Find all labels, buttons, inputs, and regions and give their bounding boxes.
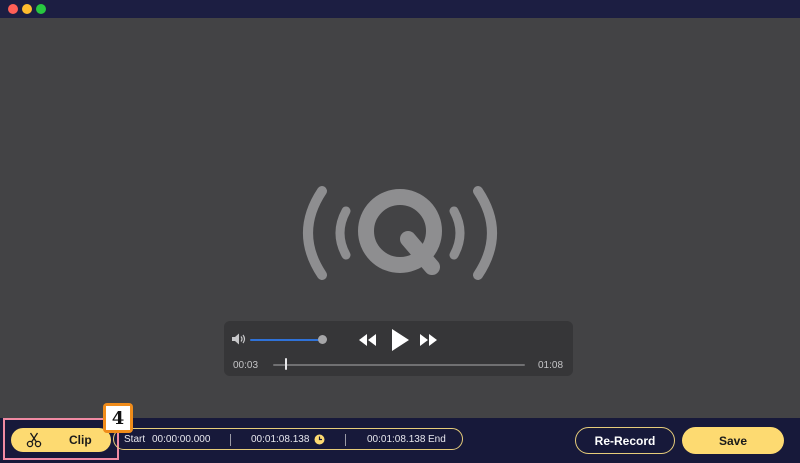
preview-area: 00:03 01:08 (0, 18, 800, 418)
playback-controls: 00:03 01:08 (224, 321, 573, 376)
re-record-button[interactable]: Re-Record (575, 427, 675, 454)
speaker-icon[interactable] (232, 333, 246, 345)
close-window-button[interactable] (8, 4, 18, 14)
clip-button[interactable]: Clip (11, 428, 111, 452)
scissors-icon (26, 432, 42, 448)
step-number: 4 (106, 406, 130, 430)
zoom-window-button[interactable] (36, 4, 46, 14)
mid-time-field[interactable]: 00:01:08.138 (251, 434, 309, 445)
app-logo-icon (303, 186, 497, 280)
seek-bar[interactable] (273, 364, 525, 366)
range-divider (230, 434, 231, 446)
fast-forward-icon[interactable] (418, 330, 438, 350)
volume-slider-handle[interactable] (317, 335, 327, 344)
minimize-window-button[interactable] (22, 4, 32, 14)
clip-label: Clip (69, 433, 92, 447)
total-time: 01:08 (538, 360, 564, 371)
clip-range-bar: Start 00:00:00.000 00:01:08.138 00:01:08… (113, 428, 463, 450)
step-badge: 4 (103, 403, 133, 433)
clock-icon[interactable] (314, 434, 325, 445)
seek-handle[interactable] (284, 358, 287, 370)
title-bar (0, 0, 800, 18)
end-label: End (428, 434, 446, 445)
end-time-field[interactable]: 00:01:08.138 (367, 434, 425, 445)
rewind-icon[interactable] (358, 330, 378, 350)
range-divider (345, 434, 346, 446)
volume-slider-track[interactable] (250, 339, 323, 341)
start-time-field[interactable]: 00:00:00.000 (152, 434, 210, 445)
start-label: Start (124, 434, 146, 445)
current-time: 00:03 (233, 360, 259, 371)
play-icon[interactable] (389, 328, 411, 352)
save-button[interactable]: Save (682, 427, 784, 454)
